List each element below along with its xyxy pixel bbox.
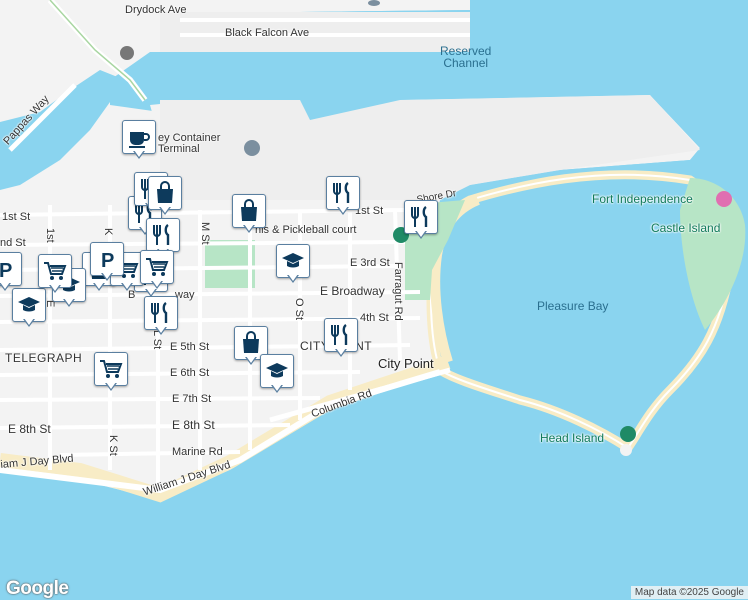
marker-pointer [23,318,35,327]
reserved-channel-label: Reserved Channel [440,44,492,70]
map-canvas[interactable]: Reserved Channel Pleasure Bay Fort Indep… [0,0,748,600]
parking-marker[interactable]: P [0,252,22,292]
school-icon [260,354,294,388]
e-eighth-st-left-label: E 8th St [8,422,51,436]
marker-pointer [287,274,299,283]
school-marker[interactable] [12,288,46,328]
marker-pointer [159,206,171,215]
terminal-poi-icon[interactable] [244,140,260,156]
grocery-marker[interactable] [38,254,72,294]
k-st-label: K St [107,435,119,456]
o-st-label: O St [293,298,305,321]
fort-independence-label[interactable]: Fort Independence [592,193,693,205]
marker-pointer [101,272,113,281]
restaurant-icon [326,176,360,210]
marker-pointer [245,356,257,365]
first-st-vertical-label: 1st [44,228,56,243]
cafe-icon [122,120,156,154]
school-icon [276,244,310,278]
marker-pointer [243,224,255,233]
m-st-label: M St [199,222,211,245]
restaurant-icon [144,296,178,330]
restaurant-marker[interactable] [324,318,358,358]
fort-poi-icon[interactable] [716,191,732,207]
restaurant-marker[interactable] [326,176,360,216]
marker-pointer [337,206,349,215]
grocery-marker[interactable] [140,250,174,290]
marker-pointer [415,230,427,239]
marker-pointer [121,282,133,291]
marker-pointer [105,382,117,391]
restaurant-icon [146,218,180,252]
castle-island-label[interactable]: Castle Island [651,222,720,234]
marker-pointer [133,150,145,159]
k-st-top-label: K [102,228,114,236]
map-attribution[interactable]: Map data ©2025 Google [630,586,748,599]
parking-icon: P [90,242,124,276]
shopping-icon [148,176,182,210]
grocery-icon [140,250,174,284]
shopping-marker[interactable] [232,194,266,234]
marker-pointer [151,280,163,289]
marker-pointer [335,348,347,357]
first-st-left-label: 1st St [2,211,31,223]
cafe-marker[interactable] [122,120,156,160]
e-sixth-st-label: E 6th St [170,367,210,379]
marker-pointer [155,326,167,335]
e-third-st-label: E 3rd St [350,257,390,269]
pleasure-bay-label: Pleasure Bay [537,299,609,313]
map-basemap [0,0,748,600]
fourth-st-label: 4th St [360,312,389,324]
google-logo: Google [6,578,69,599]
restaurant-marker[interactable] [144,296,178,336]
e-fifth-st-label: E 5th St [170,341,210,353]
marker-pointer [271,384,283,393]
e-eighth-st-mid-label: E 8th St [172,418,215,432]
restaurant-icon [324,318,358,352]
parking-marker[interactable]: P [90,242,124,282]
head-island-tree-icon[interactable] [620,426,636,442]
grocery-marker[interactable] [94,352,128,392]
school-marker[interactable] [276,244,310,284]
e-seventh-st-label: E 7th St [172,393,212,405]
head-island-label[interactable]: Head Island [540,432,604,444]
tennis-court-label[interactable]: nis & Pickleball court [255,225,357,236]
farragut-rd-label: Farragut Rd [392,262,404,321]
marker-pointer [49,284,61,293]
second-st-label: nd St [0,237,26,249]
marker-pointer [0,282,11,291]
e-broadway-label: E Broadway [320,284,385,298]
marker-pointer [63,298,75,307]
grocery-icon [94,352,128,386]
container-terminal-label[interactable]: ey Container Terminal [158,133,220,155]
school-marker[interactable] [260,354,294,394]
shopping-icon [232,194,266,228]
shopping-marker[interactable] [148,176,182,216]
toll-icon [120,46,134,60]
telegraph-neighborhood-label: TELEGRAPH [5,351,83,365]
restaurant-marker[interactable] [404,200,438,240]
top-poi-icon[interactable] [368,0,380,6]
svg-text:P: P [0,260,12,282]
drydock-ave-label: Drydock Ave [125,4,187,16]
black-falcon-ave-label: Black Falcon Ave [225,27,310,39]
marine-rd-label: Marine Rd [172,446,223,458]
restaurant-icon [404,200,438,234]
parking-icon: P [0,252,22,286]
marker-pointer [93,282,105,291]
grocery-icon [38,254,72,288]
city-point-label: City Point [378,356,434,371]
svg-text:P: P [101,250,114,272]
